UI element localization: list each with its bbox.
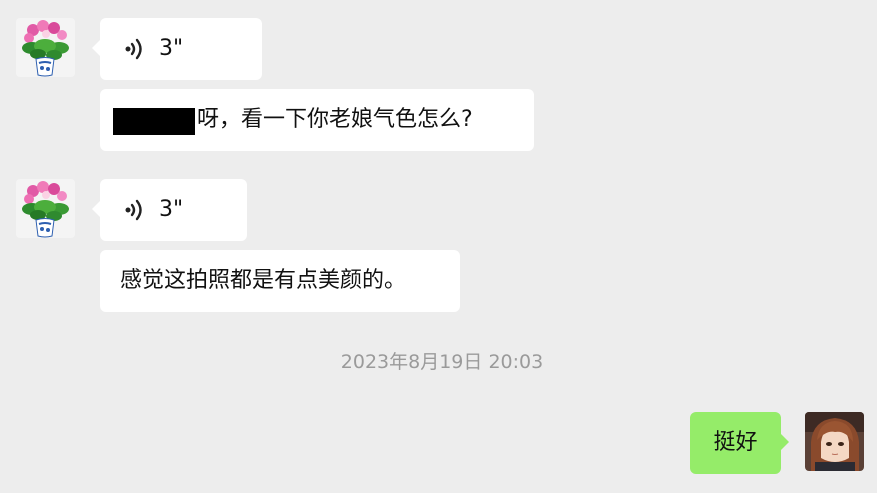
contact-avatar[interactable] [16,179,75,238]
voice-message-bubble[interactable]: 3" [92,179,247,241]
flower-vase-avatar-icon [16,18,75,77]
text-message-content: 呀，看一下你老娘气色怎么? [113,89,473,151]
text-message-content: 感觉这拍照都是有点美颜的。 [120,250,406,312]
message-text: 感觉这拍照都是有点美颜的。 [120,268,407,293]
flower-vase-avatar-icon [16,179,75,238]
my-text-message-bubble[interactable]: 挺好 [690,412,789,474]
message-text: 挺好 [713,430,758,455]
redacted-name [113,108,195,135]
message-text: 呀，看一下你老娘气色怎么? [197,107,473,132]
voice-message-content: 3" [124,179,183,241]
voice-duration: 3" [159,197,184,222]
chat-timestamp: 2023年8月19日 20:03 [340,351,544,373]
voice-message-bubble[interactable]: 3" [92,18,262,80]
text-message-content: 挺好 [690,412,781,474]
text-message-bubble[interactable]: 感觉这拍照都是有点美颜的。 [100,250,460,312]
contact-avatar[interactable] [16,18,75,77]
text-message-bubble[interactable]: 呀，看一下你老娘气色怎么? [100,89,534,151]
voice-wave-icon [125,199,142,221]
voice-wave-icon [125,38,142,60]
voice-message-content: 3" [124,18,183,80]
my-avatar[interactable] [805,412,864,471]
anime-girl-avatar-icon [805,412,864,471]
voice-duration: 3" [159,36,184,61]
